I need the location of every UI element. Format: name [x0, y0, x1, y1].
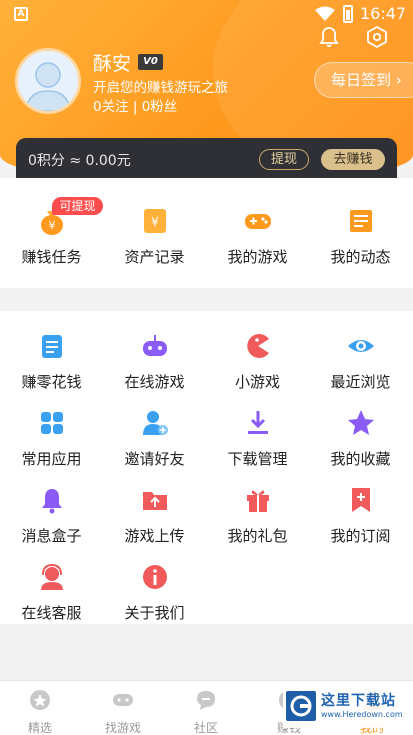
menu-item-label: 关于我们: [124, 604, 185, 622]
quick-item-label: 我的游戏: [227, 248, 288, 266]
info-icon: [142, 565, 167, 589]
quick-actions-panel: ¥ 赚钱任务 ¥ 资产记录 我的游戏 我的动态: [0, 178, 413, 288]
gamepad-tab-icon: [113, 694, 133, 706]
menu-item-recent-views[interactable]: 最近浏览: [309, 331, 412, 392]
gamepad-icon: [244, 214, 271, 229]
menu-item-label: 我的礼包: [227, 527, 288, 545]
star-tab-icon: [30, 690, 50, 710]
tab-label: 找游戏: [104, 721, 141, 735]
menu-item-download-manager[interactable]: 下载管理: [206, 408, 309, 469]
chat-tab-icon: [197, 691, 215, 710]
bell-icon: [41, 489, 62, 514]
menu-item-invite-friends[interactable]: 邀请好友: [103, 408, 206, 469]
quick-item-earn-tasks[interactable]: ¥ 赚钱任务: [0, 206, 103, 267]
follow-count[interactable]: 0关注 | 0粉丝: [93, 95, 177, 115]
status-time: 16:47: [360, 4, 407, 23]
invite-friend-icon: [142, 411, 168, 435]
svg-text:¥: ¥: [48, 219, 55, 232]
battery-icon: [343, 5, 353, 23]
online-game-icon: [142, 335, 167, 356]
quick-item-label: 赚钱任务: [21, 248, 82, 266]
task-list-icon: [41, 335, 62, 358]
menu-item-label: 我的收藏: [330, 450, 391, 468]
status-bar: A 16:47: [0, 0, 413, 28]
menu-item-common-apps[interactable]: 常用应用: [0, 408, 103, 469]
quick-item-my-games[interactable]: 我的游戏: [206, 206, 309, 267]
username[interactable]: 酥安: [93, 49, 131, 76]
quick-item-asset-record[interactable]: ¥ 资产记录: [103, 206, 206, 267]
star-icon: [347, 410, 374, 435]
vip-level-badge[interactable]: V0: [138, 54, 163, 70]
watermark-title: 这里下载站: [321, 693, 396, 709]
menu-item-label: 在线游戏: [124, 373, 185, 391]
menu-item-label: 小游戏: [234, 373, 280, 391]
watermark-logo-icon: [286, 691, 316, 721]
menu-item-label: 邀请好友: [124, 450, 185, 468]
quick-item-my-news[interactable]: 我的动态: [309, 206, 412, 267]
menu-item-label: 消息盒子: [21, 527, 82, 545]
tab-community[interactable]: 社区: [166, 689, 246, 735]
menu-item-label: 游戏上传: [124, 527, 185, 545]
app-notification-icon: A: [14, 7, 28, 21]
withdrawable-tag: 可提现: [52, 197, 103, 215]
points-balance: 0积分 ≈ 0.00元: [28, 153, 131, 169]
tab-featured[interactable]: 精选: [0, 689, 80, 735]
menu-item-my-subscriptions[interactable]: 我的订阅: [309, 485, 412, 546]
eye-icon: [347, 340, 374, 352]
tab-label: 精选: [27, 721, 52, 735]
quick-item-label: 资产记录: [124, 248, 185, 266]
chevron-right-icon: ›: [395, 71, 402, 89]
notification-bell-icon[interactable]: [317, 25, 341, 49]
apps-icon: [40, 412, 63, 434]
customer-service-icon: [40, 563, 63, 590]
menu-item-online-service[interactable]: 在线客服: [0, 562, 103, 623]
menu-item-my-gifts[interactable]: 我的礼包: [206, 485, 309, 546]
folder-upload-icon: [142, 492, 167, 510]
menu-item-label: 常用应用: [21, 450, 82, 468]
menu-item-label: 下载管理: [227, 450, 288, 468]
settings-hexagon-icon[interactable]: [365, 25, 389, 49]
svg-text:¥: ¥: [151, 215, 159, 229]
menu-item-label: 赚零花钱: [21, 373, 82, 391]
menu-item-message-box[interactable]: 消息盒子: [0, 485, 103, 546]
menu-item-game-upload[interactable]: 游戏上传: [103, 485, 206, 546]
tab-find-games[interactable]: 找游戏: [83, 689, 163, 735]
download-icon: [247, 411, 268, 434]
menu-item-mini-games[interactable]: 小游戏: [206, 331, 309, 392]
wifi-icon: [315, 6, 335, 21]
menu-item-label: 最近浏览: [330, 373, 391, 391]
pacman-icon: [246, 334, 269, 358]
asset-record-icon: ¥: [143, 209, 166, 233]
menu-item-online-games[interactable]: 在线游戏: [103, 331, 206, 392]
avatar[interactable]: [15, 48, 81, 114]
watermark-url: www.Heredown.com: [321, 710, 403, 719]
bookmark-icon: [351, 488, 370, 512]
menu-item-about-us[interactable]: 关于我们: [103, 562, 206, 623]
site-watermark: 这里下载站 www.Heredown.com: [283, 688, 413, 728]
gift-icon: [246, 490, 269, 512]
tab-label: 社区: [193, 721, 218, 735]
menu-item-label: 我的订阅: [330, 527, 391, 545]
checkin-label: 每日签到: [331, 71, 392, 89]
quick-item-label: 我的动态: [330, 248, 391, 266]
news-icon: [349, 210, 372, 232]
go-earn-button[interactable]: 去赚钱: [321, 149, 385, 170]
points-bar: 0积分 ≈ 0.00元 提现 去赚钱: [16, 138, 397, 178]
daily-checkin-button[interactable]: 每日签到 ›: [314, 62, 413, 98]
withdraw-button[interactable]: 提现: [259, 149, 309, 170]
menu-grid-panel: 赚零花钱 在线游戏 小游戏 最近浏览 常用应用 邀请好友 下载管理 我的收藏 消…: [0, 311, 413, 624]
avatar-person-icon: [18, 51, 78, 111]
menu-item-earn-pocket-money[interactable]: 赚零花钱: [0, 331, 103, 392]
menu-item-my-favorites[interactable]: 我的收藏: [309, 408, 412, 469]
profile-tagline: 开启您的赚钱游玩之旅: [93, 80, 228, 96]
menu-item-label: 在线客服: [21, 604, 82, 622]
